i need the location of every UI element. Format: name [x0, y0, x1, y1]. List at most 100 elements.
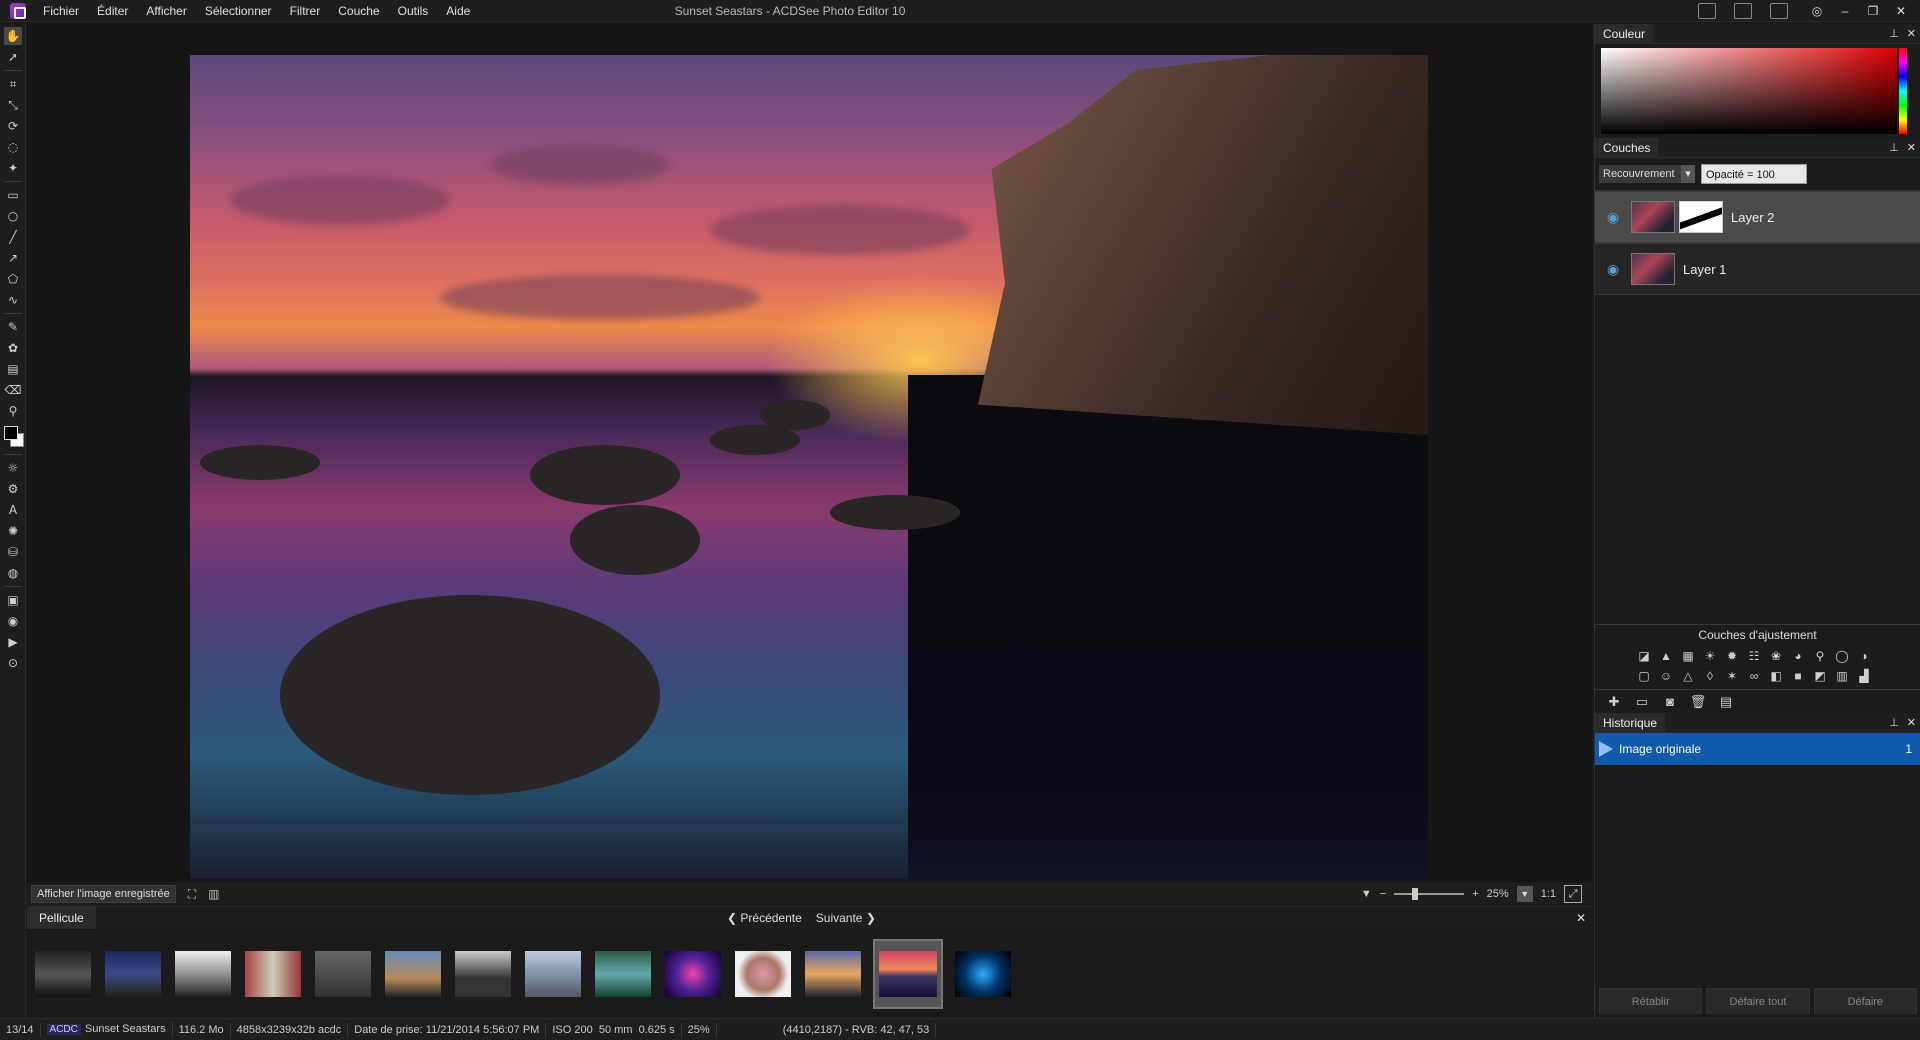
thumbnail[interactable] [733, 949, 793, 999]
settings-gear-icon[interactable]: ⚙ [4, 480, 22, 498]
thumbnail[interactable] [243, 949, 303, 999]
layer-row[interactable]: ◉ Layer 2 [1595, 191, 1920, 243]
edited-image[interactable] [190, 55, 1428, 879]
color-picker[interactable] [1601, 48, 1907, 134]
menu-filtrer[interactable]: Filtrer [281, 0, 330, 22]
panel-close-icon[interactable]: ✕ [1907, 24, 1916, 44]
filmstrip-close-icon[interactable]: ✕ [1576, 907, 1586, 929]
pan-tool-icon[interactable]: ✋ [4, 27, 22, 45]
noise-icon[interactable]: ✶ [1723, 667, 1741, 685]
zoom-slider-knob[interactable] [1412, 888, 1419, 900]
close-icon[interactable]: ✕ [1890, 0, 1912, 22]
app-logo-icon[interactable] [10, 2, 26, 19]
auto-levels-icon[interactable]: ▲ [1657, 647, 1675, 665]
ellipse-select-icon[interactable]: ○ [4, 207, 22, 225]
photo-filter-icon[interactable]: ▢ [1635, 667, 1653, 685]
thumbnail-selected[interactable] [873, 939, 943, 1009]
zoom-in-icon[interactable]: + [1472, 888, 1478, 900]
clone-tool-icon[interactable]: ✿ [4, 339, 22, 357]
histogram-icon[interactable]: ▥ [208, 887, 219, 901]
visibility-eye-icon[interactable]: ◉ [1603, 261, 1623, 278]
layout-right-icon[interactable] [1770, 3, 1788, 19]
polygon-tool-icon[interactable]: ⬠ [4, 270, 22, 288]
thumbnail[interactable] [173, 949, 233, 999]
blend-mode-select[interactable]: Recouvrement [1599, 165, 1695, 183]
histogram-icon[interactable]: ▟ [1855, 667, 1873, 685]
layer-properties-icon[interactable]: ▤ [1717, 694, 1735, 710]
pin-icon[interactable]: ⊥ [1889, 24, 1899, 44]
foreground-color-swatch[interactable] [4, 426, 18, 440]
history-panel-tab[interactable]: Historique [1595, 713, 1666, 733]
text-tool-icon[interactable]: A [4, 501, 22, 519]
menu-outils[interactable]: Outils [389, 0, 438, 22]
color-eq-icon[interactable]: ❀ [1767, 647, 1785, 665]
history-item[interactable]: Image originale 1 [1595, 733, 1920, 765]
zoom-dropdown[interactable]: ▼ [1516, 886, 1533, 902]
saturation-value-field[interactable] [1601, 48, 1897, 134]
thumbnail[interactable] [803, 949, 863, 999]
thumbnail[interactable] [313, 949, 373, 999]
exposure-icon[interactable]: ✹ [1723, 647, 1741, 665]
record-icon[interactable]: ⊙ [4, 654, 22, 672]
white-balance-icon[interactable]: ☷ [1745, 647, 1763, 665]
thumbnail[interactable] [33, 949, 93, 999]
contrast-icon[interactable]: ◑ [1855, 647, 1873, 665]
glasses-icon[interactable]: ∞ [1745, 667, 1763, 685]
levels-icon[interactable]: ◪ [1635, 647, 1653, 665]
posterize-icon[interactable]: ▥ [1833, 667, 1851, 685]
previous-button[interactable]: ❮ Précédente [727, 907, 802, 929]
layout-bottom-icon[interactable] [1734, 3, 1752, 19]
menu-editer[interactable]: Éditer [88, 0, 137, 22]
mask-tool-icon[interactable]: ▣ [4, 591, 22, 609]
thumbnail[interactable] [453, 949, 513, 999]
duplicate-layer-icon[interactable]: ▭ [1633, 694, 1651, 710]
crop-tool-icon[interactable]: ⌗ [4, 75, 22, 93]
transform-tool-icon[interactable]: ⤡ [4, 96, 22, 114]
filmstrip-tab[interactable]: Pellicule [27, 907, 96, 929]
opacity-field[interactable]: Opacité = 100 [1701, 164, 1807, 184]
quick-mask-icon[interactable]: ◉ [4, 612, 22, 630]
color-swatches[interactable] [2, 424, 24, 450]
canvas-area[interactable] [27, 24, 1592, 882]
menu-aide[interactable]: Aide [437, 0, 479, 22]
add-layer-icon[interactable]: ✚ [1605, 694, 1623, 710]
vignette-icon[interactable]: ◯ [1833, 647, 1851, 665]
menu-couche[interactable]: Couche [329, 0, 388, 22]
minimize-icon[interactable]: – [1834, 0, 1856, 22]
redo-button[interactable]: Rétablir [1599, 988, 1703, 1014]
arrow-tool-icon[interactable]: ↗ [4, 249, 22, 267]
menu-selectionner[interactable]: Sélectionner [196, 0, 281, 22]
brush-tool-icon[interactable]: ✎ [4, 318, 22, 336]
mask-layer-icon[interactable]: ◙ [1661, 694, 1679, 710]
layer-row[interactable]: ◉ Layer 1 [1595, 243, 1920, 295]
rectangle-select-icon[interactable]: ▭ [4, 186, 22, 204]
eyedropper-icon[interactable]: ⚲ [4, 402, 22, 420]
zoom-out-icon[interactable]: − [1380, 888, 1386, 900]
gradient-map-icon[interactable]: ◩ [1811, 667, 1829, 685]
undo-button[interactable]: Défaire [1813, 988, 1917, 1014]
pin-icon[interactable]: ⊥ [1889, 138, 1899, 158]
move-tool-icon[interactable]: ➚ [4, 48, 22, 66]
visibility-eye-icon[interactable]: ◉ [1603, 209, 1623, 226]
drop-icon[interactable]: ◊ [1701, 667, 1719, 685]
eraser-tool-icon[interactable]: ⌫ [4, 381, 22, 399]
blur-tool-icon[interactable]: ◍ [4, 564, 22, 582]
fullscreen-icon[interactable]: ⛶ [188, 887, 196, 902]
split-tone-icon[interactable]: ◧ [1767, 667, 1785, 685]
thumbnail[interactable] [593, 949, 653, 999]
fill-bucket-icon[interactable]: ⛁ [4, 543, 22, 561]
gradient-tool-icon[interactable]: ▤ [4, 360, 22, 378]
pin-icon[interactable]: ⊥ [1889, 713, 1899, 733]
thumbnail[interactable] [523, 949, 583, 999]
view-mode-icon[interactable]: ◎ [1806, 0, 1828, 22]
color-panel-tab[interactable]: Couleur [1595, 24, 1654, 44]
sharpen-icon[interactable]: △ [1679, 667, 1697, 685]
layout-left-icon[interactable] [1698, 3, 1716, 19]
fit-to-window-icon[interactable]: ⤢ [1564, 885, 1582, 903]
actual-size-button[interactable]: 1:1 [1541, 888, 1556, 900]
show-saved-image-button[interactable]: Afficher l'image enregistrée [31, 885, 176, 903]
actions-play-icon[interactable]: ▶ [4, 633, 22, 651]
pipette-icon[interactable]: ⚲ [1811, 647, 1829, 665]
lasso-tool-icon[interactable]: ◌ [4, 138, 22, 156]
light-eq-icon[interactable]: ☼ [4, 459, 22, 477]
